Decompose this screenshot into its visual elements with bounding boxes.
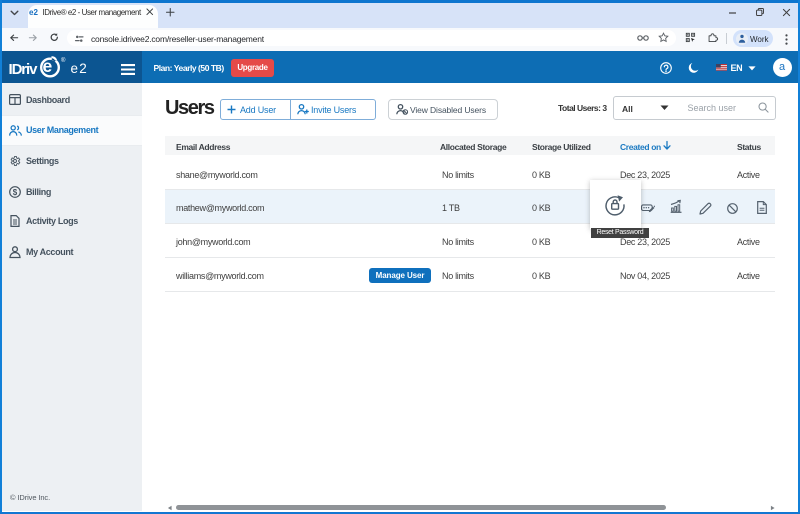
svg-text:$: $ [13,188,18,197]
